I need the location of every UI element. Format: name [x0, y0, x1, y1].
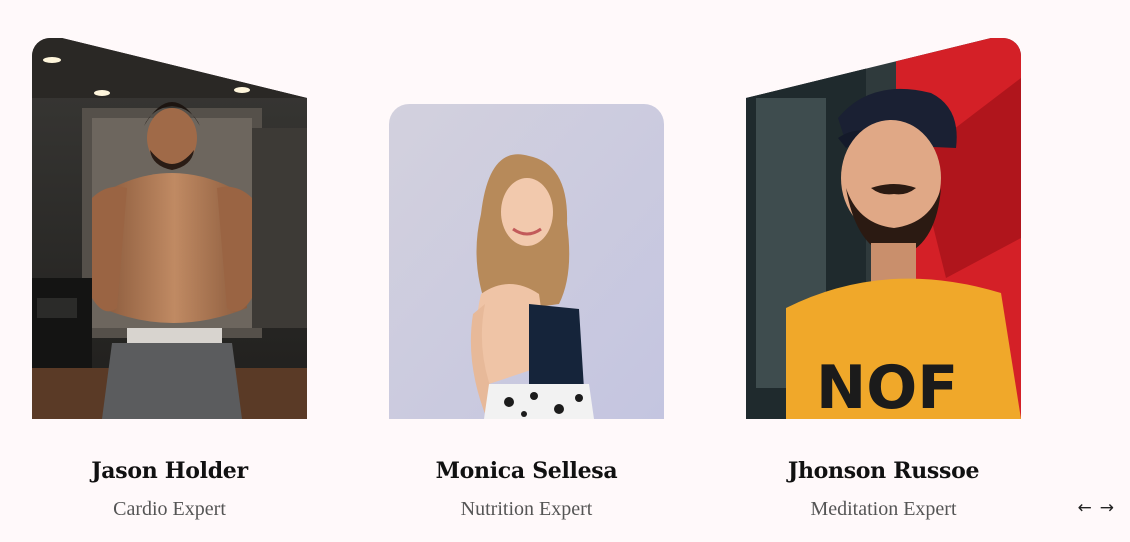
trainer-name[interactable]: Jason Holder [32, 458, 307, 484]
svg-text:NOF: NOF [816, 353, 958, 419]
trainer-role: Nutrition Expert [460, 498, 593, 520]
trainer-photo[interactable]: NOF [746, 38, 1021, 419]
portrait-photo-illustration: NOF [746, 38, 1021, 419]
portrait-photo-illustration [389, 104, 664, 419]
arrow-right-icon[interactable]: → [1100, 500, 1114, 517]
team-carousel: Jason Holder Cardio Expert Monica Selles… [0, 0, 1130, 542]
trainer-role: Cardio Expert [113, 498, 226, 520]
trainer-name[interactable]: Jhonson Russoe [746, 458, 1021, 484]
trainer-photo[interactable] [32, 38, 307, 419]
arrow-left-icon[interactable]: ← [1078, 500, 1092, 517]
trainer-photo[interactable] [389, 104, 664, 419]
trainer-role: Meditation Expert [810, 498, 957, 520]
gym-photo-illustration [32, 38, 307, 419]
trainer-name[interactable]: Monica Sellesa [389, 458, 664, 484]
carousel-navigation: ← → [1078, 500, 1115, 517]
